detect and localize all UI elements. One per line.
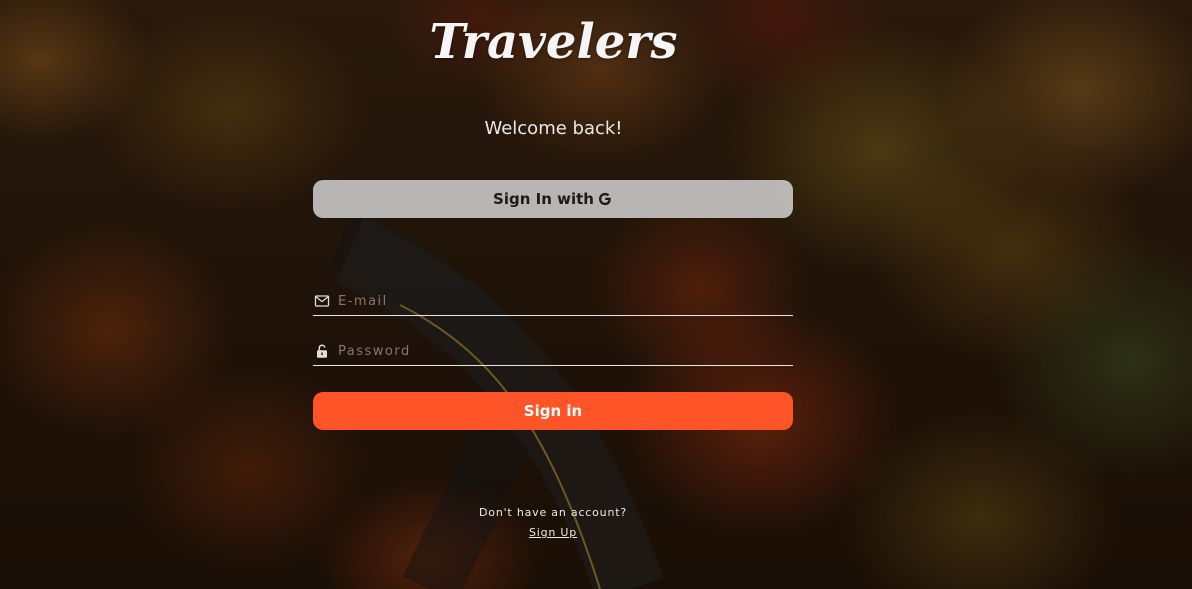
login-container: Travelers Welcome back! Sign In with E-m… <box>0 0 1192 589</box>
envelope-icon <box>314 293 330 309</box>
unlock-icon <box>314 343 330 359</box>
no-account-text: Don't have an account? <box>479 506 627 519</box>
email-input[interactable] <box>338 293 778 309</box>
google-g-icon <box>597 191 613 207</box>
password-field-row <box>313 337 793 366</box>
signup-link[interactable]: Sign Up <box>529 526 577 539</box>
brand-title: Travelers <box>429 14 678 70</box>
password-input[interactable] <box>338 343 778 359</box>
google-signin-button[interactable]: Sign In with <box>313 180 793 218</box>
google-signin-label: Sign In with <box>493 190 594 208</box>
signup-link-row: Sign Up <box>313 526 793 539</box>
signin-button[interactable]: Sign in <box>313 392 793 430</box>
email-field-row <box>313 287 793 316</box>
welcome-heading: Welcome back! <box>484 118 623 139</box>
